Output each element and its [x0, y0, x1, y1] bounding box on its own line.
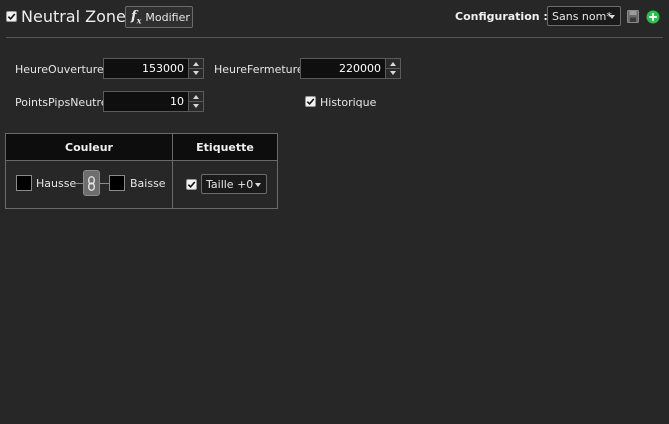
heure-fermeture-label: HeureFermeture [214, 63, 304, 76]
points-pips-neutre-stepper[interactable] [188, 92, 203, 111]
points-pips-neutre-value: 10 [170, 95, 184, 108]
chevron-down-icon [609, 15, 615, 19]
header-divider [6, 37, 663, 38]
plus-circle-icon[interactable] [646, 10, 660, 24]
arrow-up-icon[interactable] [390, 62, 396, 66]
check-icon [306, 98, 315, 106]
etiquette-checkbox[interactable] [186, 179, 197, 190]
heure-ouverture-input[interactable]: 153000 [103, 58, 204, 79]
historique-label: Historique [320, 96, 377, 109]
heure-ouverture-stepper[interactable] [188, 59, 203, 78]
baisse-color-swatch[interactable] [109, 175, 125, 191]
modifier-button-label: Modifier [145, 10, 190, 24]
etiquette-cell: Taille +0 [172, 160, 278, 209]
configuration-label: Configuration : [455, 10, 548, 23]
arrow-up-icon[interactable] [193, 62, 199, 66]
arrow-down-icon[interactable] [193, 71, 199, 75]
etiquette-header: Etiquette [172, 133, 278, 161]
points-pips-neutre-label: PointsPipsNeutre [15, 96, 108, 109]
indicator-title: Neutral Zone [21, 7, 126, 26]
heure-fermeture-value: 220000 [339, 62, 381, 75]
arrow-up-icon[interactable] [193, 95, 199, 99]
link-line-left [75, 183, 83, 184]
heure-fermeture-stepper[interactable] [385, 59, 400, 78]
couleur-header: Couleur [5, 133, 173, 161]
configuration-select[interactable]: Sans nom* [547, 6, 621, 26]
chain-link-icon[interactable] [83, 170, 100, 196]
link-line-right [100, 183, 109, 184]
etiquette-size-select[interactable]: Taille +0 [201, 174, 267, 194]
hausse-label: Hausse [36, 177, 77, 190]
heure-ouverture-label: HeureOuverture [15, 63, 104, 76]
heure-fermeture-input[interactable]: 220000 [300, 58, 401, 79]
fx-icon: fx [131, 8, 142, 26]
hausse-color-swatch[interactable] [16, 175, 32, 191]
check-icon [7, 13, 16, 21]
points-pips-neutre-input[interactable]: 10 [103, 91, 204, 112]
arrow-down-icon[interactable] [193, 104, 199, 108]
baisse-label: Baisse [130, 177, 166, 190]
heure-ouverture-value: 153000 [142, 62, 184, 75]
chevron-down-icon [255, 183, 261, 187]
modifier-button[interactable]: fx Modifier [125, 6, 193, 28]
etiquette-size-value: Taille +0 [206, 177, 254, 191]
arrow-down-icon[interactable] [390, 71, 396, 75]
style-table: Couleur Etiquette Hausse Baisse Taille +… [5, 133, 278, 209]
check-icon [187, 181, 196, 189]
indicator-enabled-checkbox[interactable] [6, 11, 17, 22]
configuration-select-value: Sans nom* [552, 9, 612, 23]
couleur-cell: Hausse Baisse [5, 160, 173, 209]
historique-checkbox[interactable] [305, 96, 316, 107]
floppy-icon[interactable] [627, 10, 639, 23]
